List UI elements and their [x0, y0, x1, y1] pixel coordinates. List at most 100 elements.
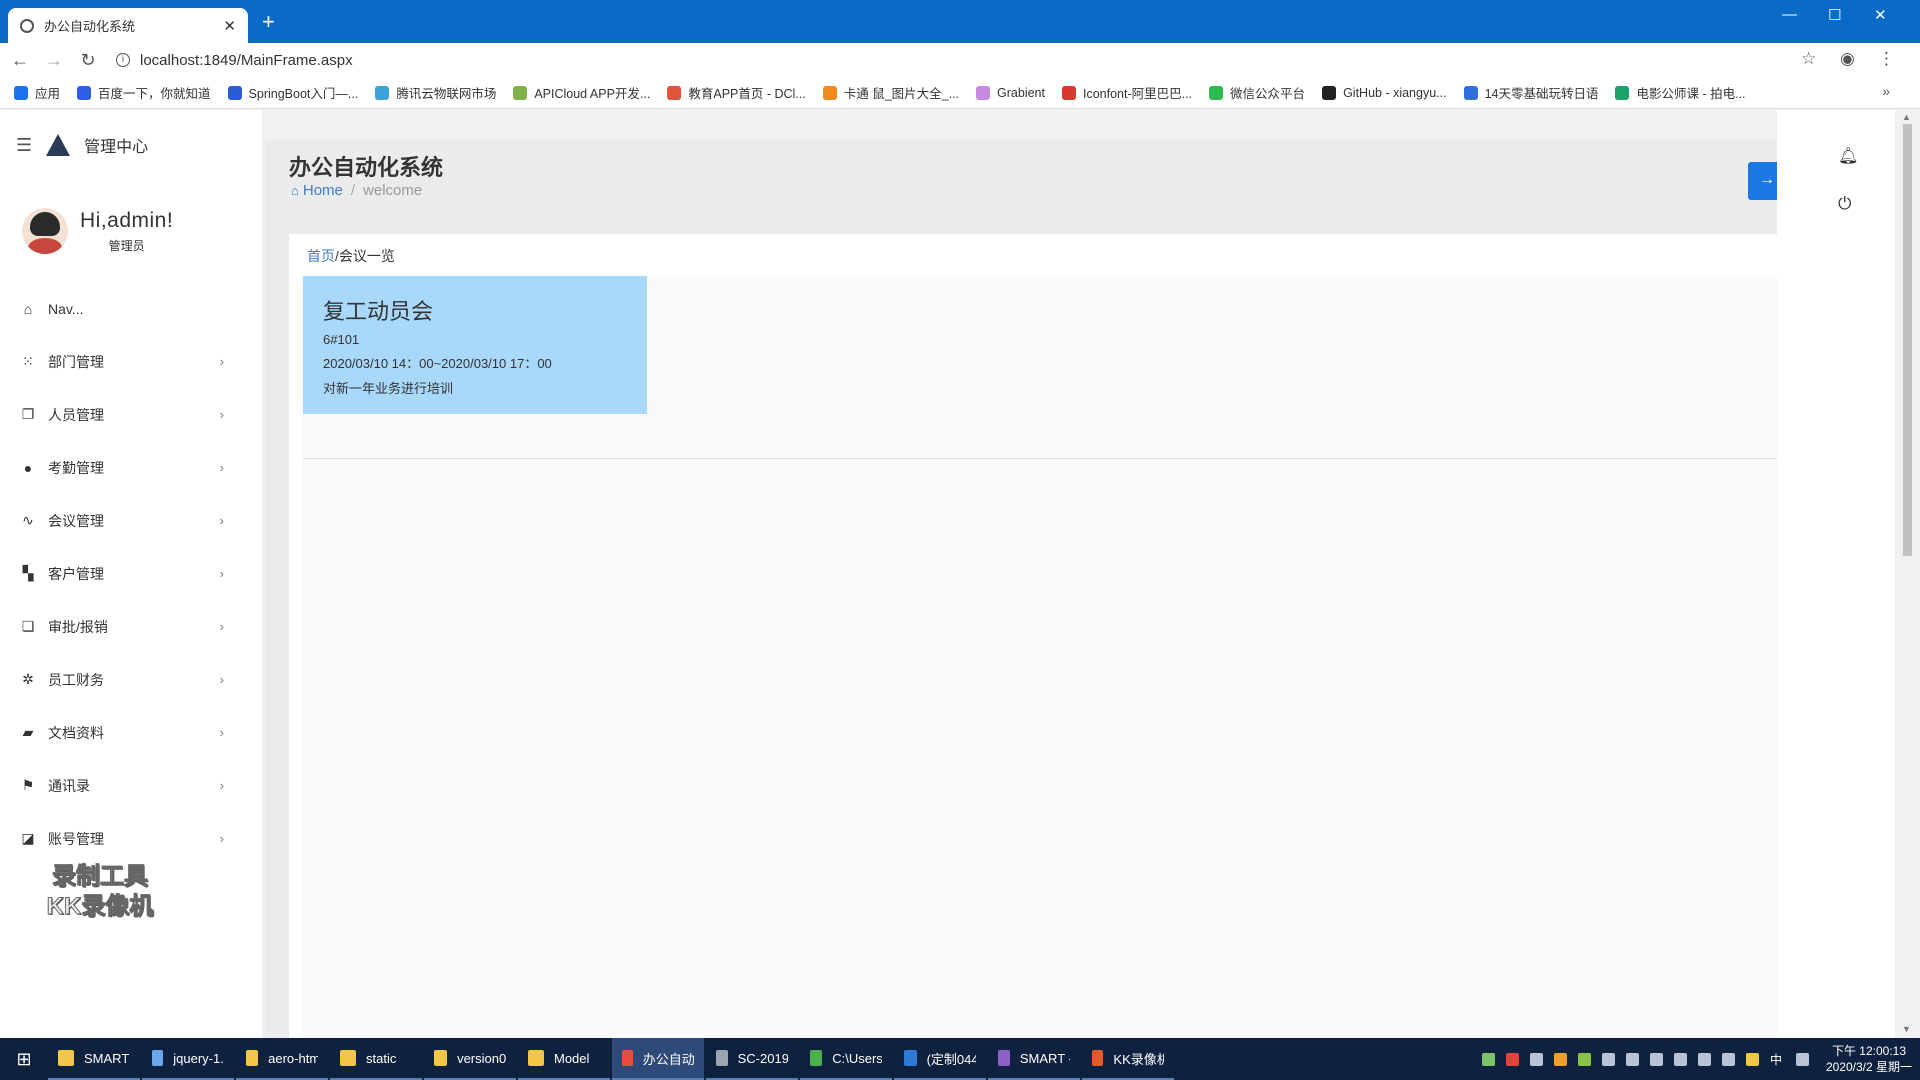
tray-bluetooth-icon[interactable]	[1649, 1052, 1663, 1066]
hamburger-icon[interactable]: ☰	[16, 135, 32, 156]
customer-icon: ▚	[22, 565, 34, 581]
tray-volume-icon[interactable]	[1721, 1052, 1735, 1066]
bookmark-item[interactable]: 卡通 鼠_图片大全_...	[822, 83, 959, 102]
bookmark-item[interactable]: 腾讯云物联网市场	[375, 83, 496, 102]
bookmark-label: 教育APP首页 - DCl...	[688, 87, 806, 101]
minimize-button[interactable]: —	[1782, 6, 1797, 23]
taskbar-app-icon	[434, 1050, 448, 1066]
tray-keyboard-icon[interactable]	[1795, 1052, 1809, 1066]
bell-icon[interactable]: 🔔︎	[1838, 146, 1858, 166]
bookmark-item[interactable]: APICloud APP开发...	[513, 83, 650, 102]
taskbar-item-label: static	[366, 1050, 397, 1066]
bookmark-item[interactable]: 微信公众平台	[1209, 83, 1305, 102]
tray-wifi-icon[interactable]	[1697, 1052, 1711, 1066]
sidebar-item[interactable]: ⚑ 通讯录 ›	[0, 759, 262, 812]
account-icon: ◪	[21, 830, 35, 846]
taskbar-item[interactable]: version0.1	[424, 1038, 516, 1080]
meeting-room: 6#101	[323, 332, 360, 347]
content-breadcrumb-home[interactable]: 首页	[307, 248, 335, 264]
tray-nvidia-icon[interactable]	[1577, 1052, 1591, 1066]
clock[interactable]: 下午 12:00:13 2020/3/2 星期一	[1826, 1043, 1912, 1075]
maximize-button[interactable]: ☐	[1828, 6, 1841, 24]
taskbar-item[interactable]: jquery-1.9....	[142, 1038, 234, 1080]
sidebar-item[interactable]: ❏ 审批/报销 ›	[0, 600, 262, 653]
sidebar-header: ☰ 管理中心	[0, 110, 262, 180]
chevron-right-icon: ›	[219, 672, 224, 687]
menu-icon[interactable]: ⋮	[1878, 49, 1895, 69]
tray-usb-icon[interactable]	[1673, 1052, 1687, 1066]
bookmark-item[interactable]: 14天零基础玩转日语	[1463, 83, 1598, 102]
sidebar-item[interactable]: ⁙ 部门管理 ›	[0, 335, 262, 388]
bookmark-item[interactable]: GitHub - xiangyu...	[1322, 85, 1447, 100]
back-icon[interactable]: ←	[6, 50, 34, 71]
sidebar-item[interactable]: ▚ 客户管理 ›	[0, 547, 262, 600]
page-title: 办公自动化系统	[289, 155, 444, 180]
tray-security-icon[interactable]	[1505, 1052, 1519, 1066]
sidebar-item-label: 人员管理	[48, 406, 104, 423]
scroll-up-icon[interactable]: ▲	[1902, 112, 1911, 122]
taskbar-item[interactable]: (定制044...	[894, 1038, 986, 1080]
sidebar-item-label: 审批/报销	[48, 618, 108, 635]
url-field[interactable]: i localhost:1849/MainFrame.aspx	[116, 47, 1776, 73]
power-icon[interactable]: ⏻	[1838, 194, 1851, 214]
sidebar-item-label: 通讯录	[48, 777, 90, 794]
bookmark-icon	[14, 85, 28, 100]
sidebar-item-label: 账号管理	[48, 830, 104, 847]
scroll-down-icon[interactable]: ▼	[1902, 1024, 1911, 1034]
breadcrumb-home-link[interactable]: Home	[303, 182, 343, 199]
bookmark-label: 应用	[35, 87, 61, 101]
bookmark-item[interactable]: 电影公师课 - 拍电...	[1615, 83, 1746, 102]
taskbar-item-label: (定制044...	[926, 1051, 976, 1067]
bookmark-item[interactable]: 教育APP首页 - DCl...	[667, 83, 806, 102]
address-bar: ← → ↻ i localhost:1849/MainFrame.aspx ☆ …	[0, 43, 1920, 77]
forward-icon[interactable]: →	[40, 50, 68, 71]
sidebar-item[interactable]: ▰ 文档资料 ›	[0, 706, 262, 759]
sidebar-item[interactable]: ⌂ Nav...	[0, 282, 262, 335]
taskbar-item[interactable]: C:\Users\...	[800, 1038, 892, 1080]
reload-icon[interactable]: ↻	[74, 50, 102, 71]
tray-battery-icon[interactable]	[1481, 1052, 1495, 1066]
new-tab-button[interactable]: +	[262, 11, 275, 33]
scroll-thumb[interactable]	[1903, 124, 1912, 556]
bookmark-item[interactable]: 应用	[14, 83, 60, 102]
info-icon[interactable]: i	[116, 53, 130, 67]
avatar[interactable]	[22, 208, 68, 254]
taskbar-item[interactable]: SC-20190...	[706, 1038, 798, 1080]
tray-ime-status-icon[interactable]	[1745, 1052, 1759, 1066]
meeting-card[interactable]: 复工动员会 6#101 2020/03/10 14：00~2020/03/10 …	[303, 276, 647, 414]
close-tab-icon[interactable]: ✕	[223, 17, 236, 35]
sidebar-item[interactable]: ◪ 账号管理 ›	[0, 812, 262, 865]
sidebar-item-label: 部门管理	[48, 353, 104, 370]
tray-app-icon[interactable]	[1553, 1052, 1567, 1066]
browser-tab[interactable]: 办公自动化系统 ✕	[8, 8, 248, 43]
taskbar-item[interactable]: Model	[518, 1038, 610, 1080]
taskbar-item[interactable]: static	[330, 1038, 422, 1080]
taskbar-item[interactable]: KK录像机 ...	[1082, 1038, 1174, 1080]
sidebar-item[interactable]: ● 考勤管理 ›	[0, 441, 262, 494]
person-icon: ❐	[21, 406, 35, 422]
star-icon[interactable]: ☆	[1801, 49, 1816, 69]
account-icon[interactable]: ◉	[1840, 49, 1855, 69]
globe-icon	[20, 18, 34, 33]
bookmark-item[interactable]: SpringBoot入门—...	[227, 83, 358, 102]
taskbar: ⊞ SMART jquery-1.9.... aero-html... static v…	[0, 1038, 1920, 1080]
sidebar-item[interactable]: ∿ 会议管理 ›	[0, 494, 262, 547]
taskbar-item[interactable]: aero-html...	[236, 1038, 328, 1080]
taskbar-item[interactable]: 办公自动化...	[612, 1038, 704, 1080]
chevron-right-icon: ›	[219, 354, 224, 369]
taskbar-item[interactable]: SMART - ...	[988, 1038, 1080, 1080]
ime-indicator[interactable]: 中	[1770, 1051, 1782, 1068]
tray-cloud-icon[interactable]	[1625, 1052, 1639, 1066]
tray-network-icon[interactable]	[1601, 1052, 1615, 1066]
bookmarks-overflow-icon[interactable]: »	[1882, 83, 1890, 99]
windows-start-icon[interactable]: ⊞	[0, 1049, 48, 1070]
sidebar-item[interactable]: ❐ 人员管理 ›	[0, 388, 262, 441]
bookmark-item[interactable]: Iconfont-阿里巴巴...	[1061, 83, 1192, 102]
tray-chat-icon[interactable]	[1529, 1052, 1543, 1066]
sidebar-item[interactable]: ✲ 员工财务 ›	[0, 653, 262, 706]
scrollbar[interactable]: ▲ ▼	[1895, 110, 1920, 1038]
close-window-button[interactable]: ✕	[1874, 6, 1887, 24]
bookmark-item[interactable]: Grabient	[976, 85, 1045, 100]
bookmark-item[interactable]: 百度一下，你就知道	[77, 83, 211, 102]
taskbar-item[interactable]: SMART	[48, 1038, 140, 1080]
